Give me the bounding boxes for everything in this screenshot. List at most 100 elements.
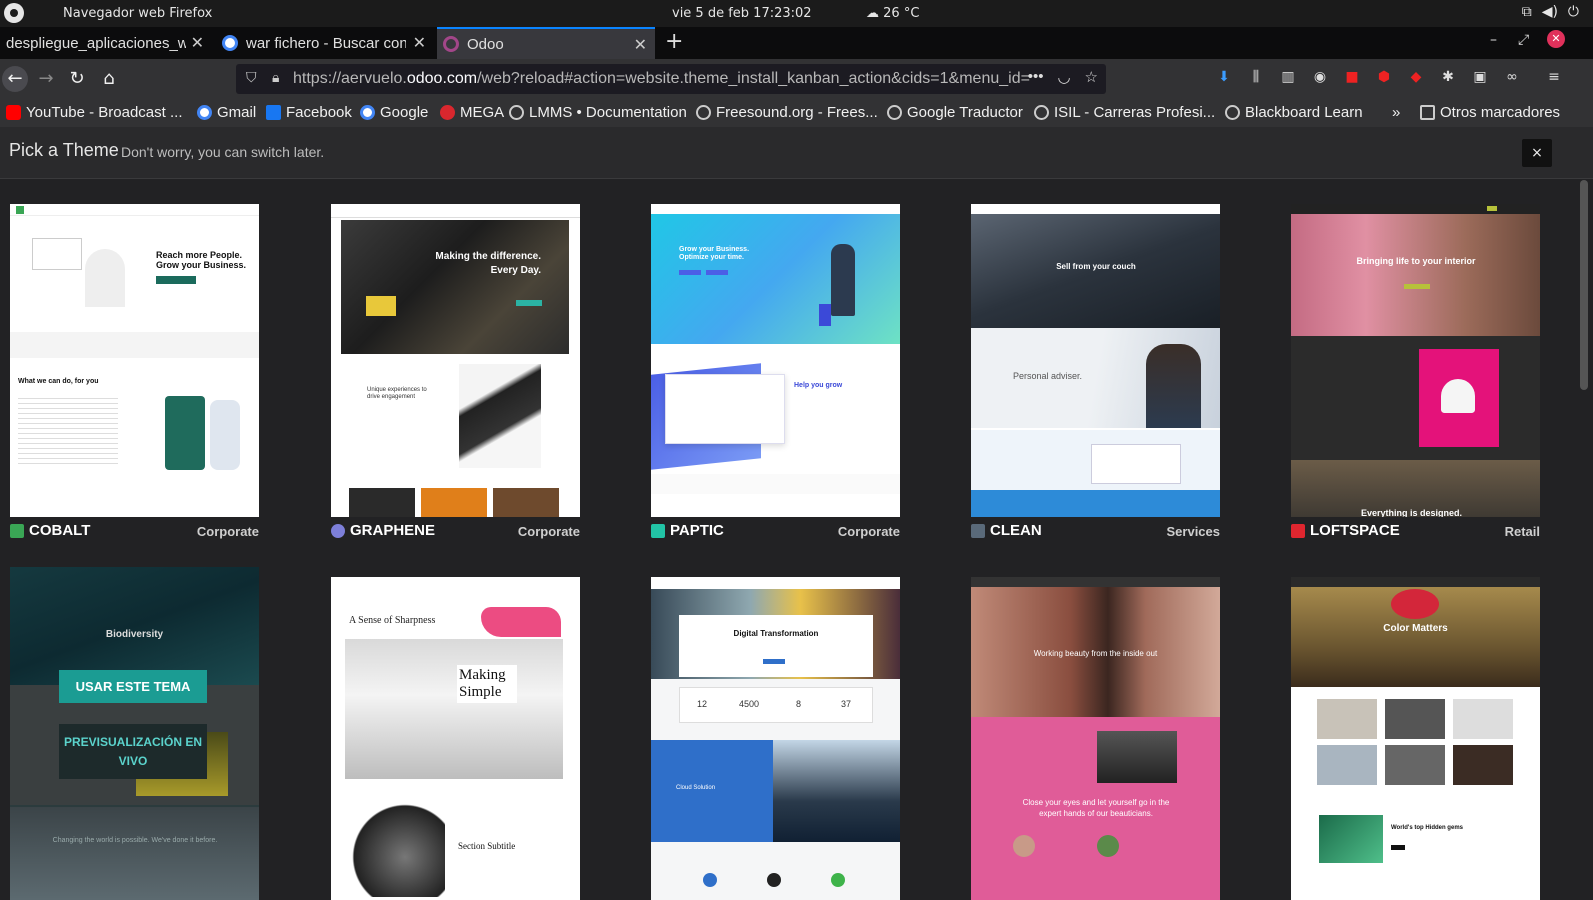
system-tray: ⧉ ◀) ⏻ bbox=[1522, 4, 1579, 20]
close-tab-icon[interactable]: ✕ bbox=[413, 33, 426, 53]
extension-glasses-icon[interactable]: ∞ bbox=[1502, 69, 1522, 85]
extension-red-icon[interactable]: ◆ bbox=[1406, 69, 1426, 85]
forward-button[interactable]: → bbox=[32, 66, 60, 92]
extension-lock-icon[interactable]: ■ bbox=[1342, 69, 1362, 85]
youtube-icon bbox=[6, 105, 21, 120]
sharpness-big-text: Making Simple bbox=[457, 665, 517, 703]
bookmark-label: Gmail bbox=[217, 104, 257, 121]
extension-paw-icon[interactable]: ✱ bbox=[1438, 69, 1458, 85]
theme-category: Corporate bbox=[196, 524, 259, 539]
stat-value: 37 bbox=[841, 699, 852, 709]
theme-card-beauty[interactable]: Working beauty from the inside out Close… bbox=[971, 577, 1220, 900]
folder-icon bbox=[1420, 105, 1435, 120]
page-actions-icon[interactable]: ••• bbox=[1028, 68, 1044, 86]
bookmark-label: Blackboard Learn bbox=[1245, 104, 1363, 121]
loftspace-section: Everything is designed. bbox=[1361, 508, 1463, 517]
more-bookmarks-chevron-icon[interactable]: » bbox=[1392, 104, 1400, 121]
bookmark-gmail[interactable]: Gmail bbox=[197, 104, 256, 121]
bookmark-freesound[interactable]: Freesound.org - Frees... bbox=[696, 104, 878, 121]
ubuntu-logo-icon[interactable] bbox=[4, 3, 24, 23]
theme-card-sharpness[interactable]: A Sense of Sharpness Making Simple Secti… bbox=[331, 577, 580, 900]
live-preview-button[interactable]: PREVISUALIZACIÓN EN VIVO bbox=[59, 724, 207, 779]
bookmark-lmms[interactable]: LMMS • Documentation bbox=[509, 104, 687, 121]
theme-card-digital-transformation[interactable]: Digital Transformation 12 4500 8 37 Clou… bbox=[651, 577, 900, 900]
theme-category: Corporate bbox=[837, 524, 900, 539]
beauty-subtitle: Close your eyes and let yourself go in t… bbox=[1022, 798, 1170, 818]
tab-odoo[interactable]: Odoo ✕ bbox=[437, 27, 655, 59]
loftspace-headline: Bringing life to your interior bbox=[1356, 256, 1476, 266]
network-icon[interactable]: ⧉ bbox=[1522, 4, 1532, 20]
screenshot-icon[interactable]: ▣ bbox=[1470, 69, 1490, 85]
theme-card-biodiversity[interactable]: Biodiversity Changing the world is possi… bbox=[10, 567, 259, 900]
sidebar-icon[interactable]: ▥ bbox=[1278, 69, 1298, 85]
bookmark-mega[interactable]: MEGA bbox=[440, 104, 504, 121]
tracking-shield-icon[interactable]: ⛉ bbox=[246, 69, 257, 86]
pocket-icon[interactable]: ◡ bbox=[1057, 68, 1070, 86]
stat-value: 4500 bbox=[739, 699, 760, 709]
close-button[interactable]: × bbox=[1522, 139, 1552, 167]
theme-card-loftspace[interactable]: Bringing life to your interior Everythin… bbox=[1291, 204, 1540, 539]
theme-preview: Bringing life to your interior Everythin… bbox=[1291, 204, 1540, 517]
theme-card-cobalt[interactable]: Reach more People. Grow your Business. W… bbox=[10, 204, 259, 539]
graphene-section: Unique experiences to drive engagement bbox=[367, 387, 427, 400]
url-bar[interactable]: ⛉ 🔒︎ https://aervuelo.odoo.com/web?reloa… bbox=[236, 64, 1106, 94]
new-tab-button[interactable]: + bbox=[665, 29, 683, 54]
lock-icon[interactable]: 🔒︎ bbox=[272, 69, 279, 86]
theme-preview: Reach more People. Grow your Business. W… bbox=[10, 204, 259, 517]
reload-button[interactable]: ↻ bbox=[63, 66, 91, 92]
bookmark-other[interactable]: Otros marcadores bbox=[1420, 104, 1560, 121]
menu-icon[interactable]: ≡ bbox=[1544, 69, 1564, 85]
theme-name: COBALT bbox=[10, 522, 90, 539]
color-matters-headline: Color Matters bbox=[1383, 623, 1448, 634]
back-button[interactable]: ← bbox=[2, 66, 28, 92]
bookmark-google-translate[interactable]: Google Traductor bbox=[887, 104, 1023, 121]
tab-title: despliegue_aplicaciones_we bbox=[6, 34, 186, 52]
bookmark-blackboard[interactable]: Blackboard Learn bbox=[1225, 104, 1363, 121]
library-icon[interactable]: ⫼ bbox=[1246, 69, 1266, 85]
download-icon[interactable]: ⬇ bbox=[1214, 69, 1234, 85]
tab-bar: despliegue_aplicaciones_we ✕ war fichero… bbox=[0, 27, 1593, 59]
account-icon[interactable]: ◉ bbox=[1310, 69, 1330, 85]
home-button[interactable]: ⌂ bbox=[95, 66, 123, 92]
odoo-favicon-icon bbox=[443, 36, 459, 52]
tab-despliegue[interactable]: despliegue_aplicaciones_we ✕ bbox=[0, 27, 212, 59]
theme-preview: Grow your Business. Optimize your time. … bbox=[651, 204, 900, 517]
restore-icon[interactable]: ⤢ bbox=[1518, 32, 1529, 48]
google-favicon-icon bbox=[222, 35, 238, 51]
bookmark-star-icon[interactable]: ☆ bbox=[1085, 68, 1098, 86]
theme-grid: Reach more People. Grow your Business. W… bbox=[0, 179, 1593, 900]
bookmark-youtube[interactable]: YouTube - Broadcast ... bbox=[6, 104, 182, 121]
bookmark-facebook[interactable]: Facebook bbox=[266, 104, 352, 121]
google-icon bbox=[197, 105, 212, 120]
theme-preview: A Sense of Sharpness Making Simple Secti… bbox=[331, 577, 580, 900]
google-icon bbox=[360, 105, 375, 120]
minimize-icon[interactable]: – bbox=[1490, 32, 1497, 48]
close-tab-icon[interactable]: ✕ bbox=[634, 35, 647, 55]
system-top-bar: Navegador web Firefox vie 5 de feb 17:23… bbox=[0, 0, 1593, 27]
url-domain: odoo.com bbox=[406, 70, 478, 87]
theme-card-color-matters[interactable]: Color Matters World's top Hidden gems bbox=[1291, 577, 1540, 900]
volume-icon[interactable]: ◀) bbox=[1542, 4, 1558, 20]
close-tab-icon[interactable]: ✕ bbox=[191, 33, 204, 53]
bookmark-google[interactable]: Google bbox=[360, 104, 428, 121]
theme-card-graphene[interactable]: Making the difference. Every Day. Unique… bbox=[331, 204, 580, 539]
ublock-icon[interactable]: ⬢ bbox=[1374, 69, 1394, 85]
power-icon[interactable]: ⏻ bbox=[1568, 4, 1579, 20]
theme-name: PAPTIC bbox=[651, 522, 724, 539]
weather-indicator[interactable]: ☁ 26 °C bbox=[866, 6, 919, 21]
url-path: /web?reload#action=website.theme_install… bbox=[477, 70, 1030, 87]
theme-card-paptic[interactable]: Grow your Business. Optimize your time. … bbox=[651, 204, 900, 539]
color-matters-subtitle: World's top Hidden gems bbox=[1391, 825, 1463, 831]
bookmark-label: YouTube - Broadcast ... bbox=[26, 104, 183, 121]
theme-card-clean[interactable]: Sell from your couch Personal adviser. C… bbox=[971, 204, 1220, 539]
close-window-icon[interactable]: ✕ bbox=[1547, 30, 1565, 48]
clock[interactable]: vie 5 de feb 17:23:02 bbox=[672, 6, 812, 21]
tab-google-search[interactable]: war fichero - Buscar con ✕ bbox=[216, 27, 434, 59]
page-scrollbar[interactable] bbox=[1580, 180, 1588, 390]
active-app-name[interactable]: Navegador web Firefox bbox=[63, 6, 212, 21]
sharpness-subtitle: Section Subtitle bbox=[458, 841, 516, 851]
use-theme-button[interactable]: USAR ESTE TEMA bbox=[59, 670, 207, 703]
theme-preview: Working beauty from the inside out Close… bbox=[971, 577, 1220, 900]
url-text[interactable]: https://aervuelo.odoo.com/web?reload#act… bbox=[293, 70, 1030, 88]
bookmark-isil[interactable]: ISIL - Carreras Profesi... bbox=[1034, 104, 1215, 121]
